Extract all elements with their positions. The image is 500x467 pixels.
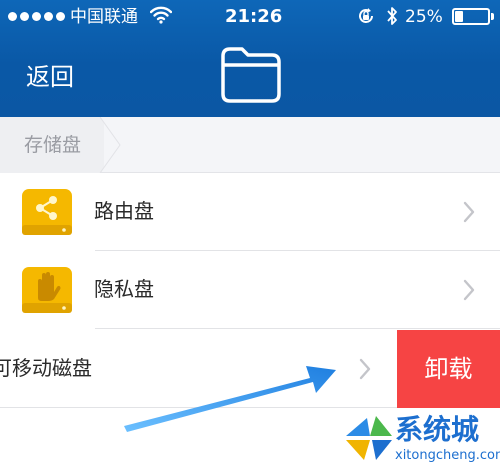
rotation-lock-icon — [359, 8, 373, 23]
section-title: 存储盘 — [24, 134, 82, 156]
clock: 21:26 — [225, 6, 283, 27]
battery-icon — [452, 8, 490, 25]
chevron-right-icon — [463, 279, 475, 301]
chevron-right-icon — [463, 201, 475, 223]
list-item-private-disk[interactable]: 隐私盘 — [0, 251, 500, 329]
watermark: 系统城 xitongcheng.com — [342, 410, 500, 467]
status-bar: 中国联通 21:26 25% — [0, 0, 500, 34]
folder-icon — [221, 47, 281, 103]
battery-percent: 25% — [405, 7, 443, 27]
share-icon — [22, 189, 72, 235]
list-item-router-disk[interactable]: 路由盘 — [0, 173, 500, 251]
battery-tip — [491, 13, 494, 20]
list-item-label: 路由盘 — [94, 199, 154, 223]
signal-strength-icon — [8, 12, 65, 21]
bluetooth-icon — [387, 7, 397, 25]
hand-icon — [22, 267, 72, 313]
back-button[interactable]: 返回 — [26, 60, 74, 94]
watermark-brand: 系统城 — [395, 413, 480, 446]
chevron-right-icon — [359, 358, 371, 380]
list-item-label: 可移动磁盘 — [0, 356, 92, 380]
battery-level — [455, 11, 463, 22]
windows-logo-icon — [346, 416, 392, 460]
list-item-label: 隐私盘 — [94, 277, 154, 301]
watermark-url: xitongcheng.com — [395, 448, 500, 463]
carrier-name: 中国联通 — [70, 7, 138, 27]
row-divider — [95, 328, 500, 329]
top-header: 中国联通 21:26 25% 返回 — [0, 0, 500, 117]
section-header: 存储盘 — [0, 117, 500, 173]
uninstall-button[interactable]: 卸载 — [397, 330, 500, 408]
wifi-icon — [150, 6, 172, 24]
